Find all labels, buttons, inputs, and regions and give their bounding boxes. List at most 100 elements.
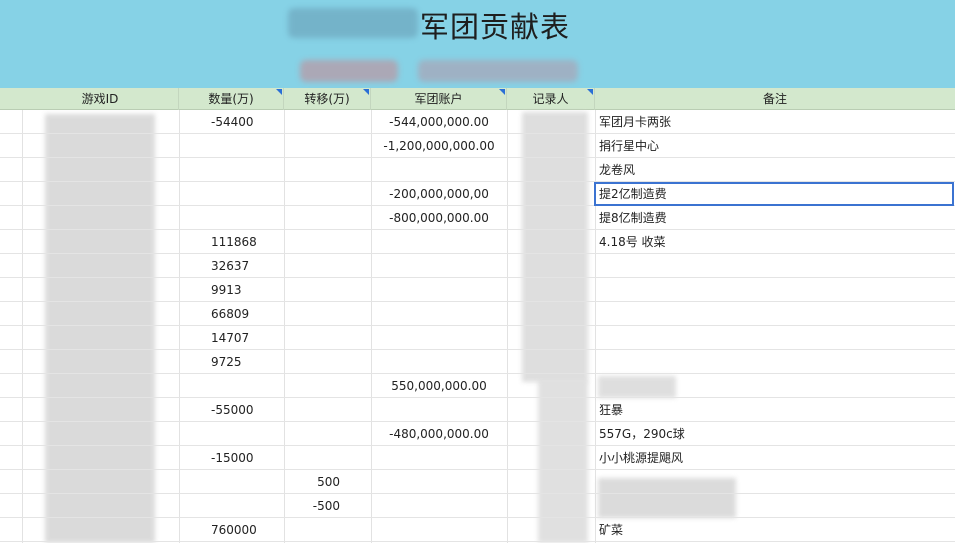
account-cell[interactable]: [375, 302, 503, 326]
account-cell[interactable]: 550,000,000.00: [375, 374, 503, 398]
quantity-cell[interactable]: 9725: [211, 350, 281, 374]
header-game-id[interactable]: 游戏ID: [22, 88, 179, 110]
note-cell[interactable]: 军团月卡两张: [599, 110, 949, 134]
table-row[interactable]: 66809: [0, 302, 955, 326]
account-cell[interactable]: -1,200,000,000.00: [375, 134, 503, 158]
note-cell[interactable]: [599, 350, 949, 374]
quantity-cell[interactable]: [211, 134, 281, 158]
note-cell[interactable]: [599, 374, 949, 398]
table-row[interactable]: -480,000,000.00 557G，290c球: [0, 422, 955, 446]
table-row[interactable]: 550,000,000.00: [0, 374, 955, 398]
filter-marker-icon[interactable]: [276, 89, 282, 95]
filter-marker-icon[interactable]: [499, 89, 505, 95]
quantity-cell[interactable]: 111868: [211, 230, 281, 254]
note-cell[interactable]: 矿菜: [599, 518, 949, 542]
table-row[interactable]: 9913: [0, 278, 955, 302]
note-cell[interactable]: 提8亿制造费: [599, 206, 949, 230]
table-row[interactable]: -500: [0, 494, 955, 518]
account-cell[interactable]: [375, 470, 503, 494]
transfer-cell[interactable]: [288, 302, 340, 326]
account-cell[interactable]: [375, 350, 503, 374]
note-cell[interactable]: [599, 494, 949, 518]
transfer-cell[interactable]: [288, 134, 340, 158]
filter-marker-icon[interactable]: [363, 89, 369, 95]
account-cell[interactable]: [375, 254, 503, 278]
transfer-cell[interactable]: [288, 326, 340, 350]
transfer-cell[interactable]: [288, 254, 340, 278]
table-row[interactable]: 500: [0, 470, 955, 494]
note-cell[interactable]: 557G，290c球: [599, 422, 949, 446]
table-row[interactable]: -55000 狂暴: [0, 398, 955, 422]
quantity-cell[interactable]: [211, 182, 281, 206]
account-cell[interactable]: [375, 158, 503, 182]
transfer-cell[interactable]: [288, 518, 340, 542]
note-cell[interactable]: 龙卷风: [599, 158, 949, 182]
transfer-cell[interactable]: [288, 110, 340, 134]
transfer-cell[interactable]: 500: [288, 470, 340, 494]
quantity-cell[interactable]: [211, 494, 281, 518]
transfer-cell[interactable]: [288, 374, 340, 398]
quantity-cell[interactable]: [211, 422, 281, 446]
quantity-cell[interactable]: 32637: [211, 254, 281, 278]
table-row[interactable]: -800,000,000.00 提8亿制造费: [0, 206, 955, 230]
account-cell[interactable]: -544,000,000.00: [375, 110, 503, 134]
header-notes[interactable]: 备注: [595, 88, 955, 110]
note-cell[interactable]: [599, 278, 949, 302]
table-row[interactable]: 111868 4.18号 收菜: [0, 230, 955, 254]
table-row[interactable]: 32637: [0, 254, 955, 278]
transfer-cell[interactable]: [288, 206, 340, 230]
quantity-cell[interactable]: [211, 374, 281, 398]
account-cell[interactable]: [375, 278, 503, 302]
header-account[interactable]: 军团账户: [371, 88, 507, 110]
account-cell[interactable]: -800,000,000.00: [375, 206, 503, 230]
header-transfer[interactable]: 转移(万): [284, 88, 371, 110]
account-cell[interactable]: [375, 326, 503, 350]
account-cell[interactable]: [375, 494, 503, 518]
table-row[interactable]: 9725: [0, 350, 955, 374]
filter-marker-icon[interactable]: [587, 89, 593, 95]
quantity-cell[interactable]: -54400: [211, 110, 281, 134]
account-cell[interactable]: [375, 230, 503, 254]
quantity-cell[interactable]: -15000: [211, 446, 281, 470]
transfer-cell[interactable]: [288, 182, 340, 206]
header-recorder[interactable]: 记录人: [507, 88, 595, 110]
note-cell[interactable]: [599, 302, 949, 326]
note-cell[interactable]: 狂暴: [599, 398, 949, 422]
transfer-cell[interactable]: [288, 278, 340, 302]
account-cell[interactable]: [375, 518, 503, 542]
transfer-cell[interactable]: [288, 230, 340, 254]
quantity-cell[interactable]: -55000: [211, 398, 281, 422]
quantity-cell[interactable]: [211, 158, 281, 182]
account-cell[interactable]: -200,000,000,00: [375, 182, 503, 206]
note-cell[interactable]: 小小桃源提飓风: [599, 446, 949, 470]
note-cell[interactable]: [599, 254, 949, 278]
quantity-cell[interactable]: 14707: [211, 326, 281, 350]
selected-cell[interactable]: [594, 182, 954, 206]
transfer-cell[interactable]: [288, 398, 340, 422]
note-cell[interactable]: 捐行星中心: [599, 134, 949, 158]
note-cell[interactable]: [599, 470, 949, 494]
sheet-title: 军团贡献表: [420, 10, 571, 44]
quantity-cell[interactable]: [211, 470, 281, 494]
transfer-cell[interactable]: -500: [288, 494, 340, 518]
table-row[interactable]: -15000 小小桃源提飓风: [0, 446, 955, 470]
table-row[interactable]: 龙卷风: [0, 158, 955, 182]
note-cell[interactable]: 4.18号 收菜: [599, 230, 949, 254]
table-row[interactable]: 14707: [0, 326, 955, 350]
account-cell[interactable]: -480,000,000.00: [375, 422, 503, 446]
transfer-cell[interactable]: [288, 446, 340, 470]
account-cell[interactable]: [375, 446, 503, 470]
transfer-cell[interactable]: [288, 350, 340, 374]
quantity-cell[interactable]: 760000: [211, 518, 281, 542]
quantity-cell[interactable]: [211, 206, 281, 230]
note-cell[interactable]: [599, 326, 949, 350]
table-row[interactable]: -1,200,000,000.00 捐行星中心: [0, 134, 955, 158]
quantity-cell[interactable]: 66809: [211, 302, 281, 326]
quantity-cell[interactable]: 9913: [211, 278, 281, 302]
transfer-cell[interactable]: [288, 422, 340, 446]
account-cell[interactable]: [375, 398, 503, 422]
table-row[interactable]: -54400 -544,000,000.00 军团月卡两张: [0, 110, 955, 134]
transfer-cell[interactable]: [288, 158, 340, 182]
header-quantity[interactable]: 数量(万): [179, 88, 284, 110]
table-row[interactable]: 760000 矿菜: [0, 518, 955, 542]
